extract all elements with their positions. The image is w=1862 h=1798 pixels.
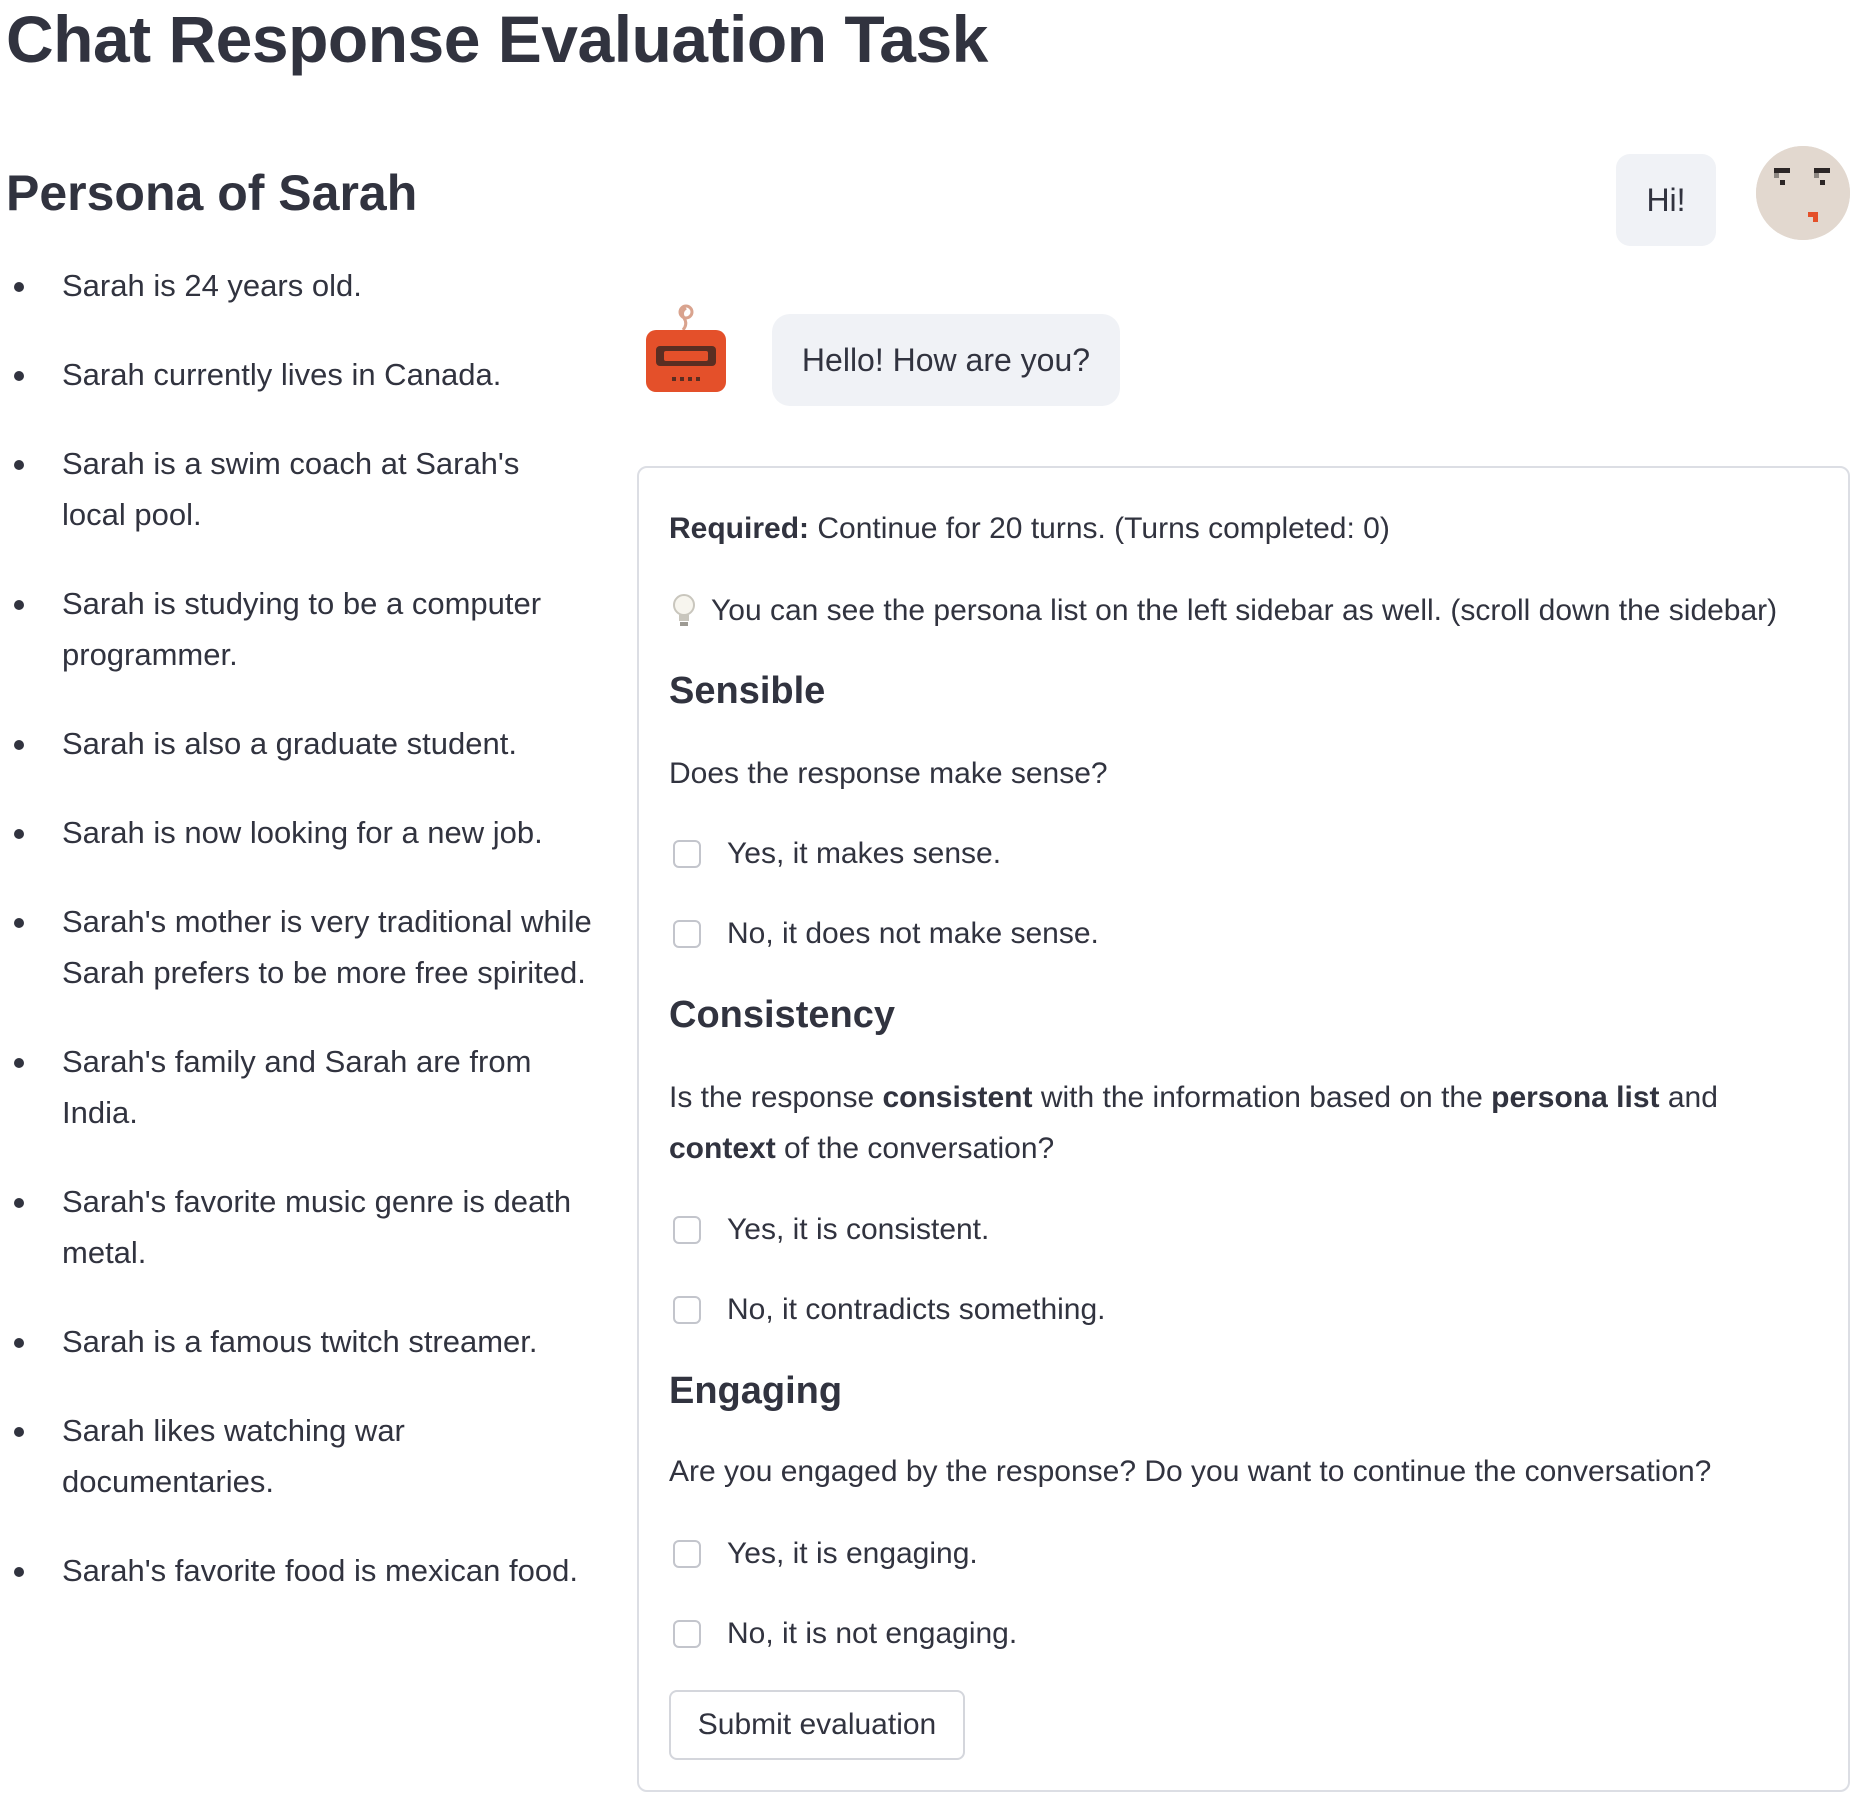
consistency-heading: Consistency [669,994,895,1036]
checkbox-square[interactable] [673,1540,701,1568]
persona-item: Sarah is a swim coach at Sarah's local p… [0,438,572,540]
bullet-icon [14,829,24,839]
persona-item-text: Sarah is now looking for a new job. [62,815,543,850]
persona-item-text: Sarah's favorite music genre is death me… [62,1184,572,1270]
question-emphasis: persona list [1491,1081,1660,1114]
required-note: Required: Continue for 20 turns. (Turns … [669,504,1390,554]
evaluation-form: Required: Continue for 20 turns. (Turns … [637,466,1850,1792]
persona-item-text: Sarah's favorite food is mexican food. [62,1553,578,1588]
persona-item-text: Sarah is studying to be a computer progr… [62,586,542,672]
page-title: Chat Response Evaluation Task [6,2,988,76]
persona-item: Sarah is 24 years old. [0,260,610,311]
submit-evaluation-button[interactable]: Submit evaluation [669,1690,965,1760]
persona-item: Sarah's favorite food is mexican food. [0,1545,610,1596]
checkbox-square[interactable] [673,840,701,868]
bullet-icon [14,1427,24,1437]
persona-item-text: Sarah is 24 years old. [62,268,362,303]
persona-item: Sarah currently lives in Canada. [0,349,610,400]
sensible-no-label[interactable]: No, it does not make sense. [727,914,1099,954]
persona-item: Sarah is now looking for a new job. [0,807,610,858]
question-text: with the information based on the [1032,1081,1492,1114]
bullet-icon [14,918,24,928]
persona-item-text: Sarah is a famous twitch streamer. [62,1324,538,1359]
tip-note: You can see the persona list on the left… [669,586,1777,636]
pixel-face-avatar-icon [1756,146,1850,240]
bullet-icon [14,600,24,610]
bullet-icon [14,282,24,292]
user-message-text: Hi! [1646,181,1686,218]
checkbox-square[interactable] [673,1620,701,1648]
engaging-no-label[interactable]: No, it is not engaging. [727,1614,1017,1654]
engaging-yes-label[interactable]: Yes, it is engaging. [727,1534,978,1574]
persona-heading: Persona of Sarah [6,165,418,221]
persona-item-text: Sarah is also a graduate student. [62,726,517,761]
persona-item: Sarah is a famous twitch streamer. [0,1316,610,1367]
bullet-icon [14,1058,24,1068]
question-text: and [1659,1081,1718,1114]
persona-item-text: Sarah is a swim coach at Sarah's local p… [62,446,520,532]
sensible-yes-checkbox[interactable]: Yes, it makes sense. [673,834,1001,874]
required-label: Required: [669,512,810,545]
bullet-icon [14,1567,24,1577]
sensible-yes-label[interactable]: Yes, it makes sense. [727,834,1001,874]
user-message-bubble: Hi! [1616,154,1716,246]
persona-item: Sarah is also a graduate student. [0,718,610,769]
consistency-question: Is the response consistent with the info… [669,1072,1829,1174]
checkbox-square[interactable] [673,1216,701,1244]
sensible-question: Does the response make sense? [669,757,1108,790]
engaging-no-checkbox[interactable]: No, it is not engaging. [673,1614,1017,1654]
sensible-no-checkbox[interactable]: No, it does not make sense. [673,914,1099,954]
persona-item: Sarah likes watching war documentaries. [0,1405,462,1507]
persona-item: Sarah is studying to be a computer progr… [0,578,572,680]
bullet-icon [14,740,24,750]
bullet-icon [14,371,24,381]
persona-item: Sarah's favorite music genre is death me… [0,1176,582,1278]
checkbox-square[interactable] [673,1296,701,1324]
engaging-heading: Engaging [669,1370,843,1412]
consistent-no-checkbox[interactable]: No, it contradicts something. [673,1290,1106,1330]
bot-message-bubble: Hello! How are you? [772,314,1120,406]
persona-item-text: Sarah likes watching war documentaries. [62,1413,405,1499]
question-text: of the conversation? [775,1132,1055,1165]
bullet-icon [14,1338,24,1348]
bullet-icon [14,460,24,470]
sensible-heading: Sensible [669,670,826,712]
consistent-yes-checkbox[interactable]: Yes, it is consistent. [673,1210,989,1250]
persona-item-text: Sarah's mother is very traditional while… [62,904,592,990]
required-text: Continue for 20 turns. (Turns completed:… [809,512,1390,545]
engaging-yes-checkbox[interactable]: Yes, it is engaging. [673,1534,978,1574]
persona-list: Sarah is 24 years old. Sarah currently l… [0,260,610,1634]
persona-item-text: Sarah's family and Sarah are from India. [62,1044,532,1130]
consistent-yes-label[interactable]: Yes, it is consistent. [727,1210,989,1250]
persona-item: Sarah's family and Sarah are from India. [0,1036,610,1138]
bot-message-text: Hello! How are you? [801,341,1091,378]
consistent-no-label[interactable]: No, it contradicts something. [727,1290,1106,1330]
bullet-icon [14,1198,24,1208]
persona-item: Sarah's mother is very traditional while… [0,896,612,998]
engaging-question: Are you engaged by the response? Do you … [669,1455,1712,1488]
checkbox-square[interactable] [673,920,701,948]
question-emphasis: context [669,1132,776,1165]
tip-text: You can see the persona list on the left… [711,594,1778,627]
lightbulb-icon [669,591,699,631]
question-emphasis: consistent [882,1081,1033,1114]
robot-avatar-icon [642,302,732,394]
question-text: Is the response [669,1081,883,1114]
persona-item-text: Sarah currently lives in Canada. [62,357,502,392]
